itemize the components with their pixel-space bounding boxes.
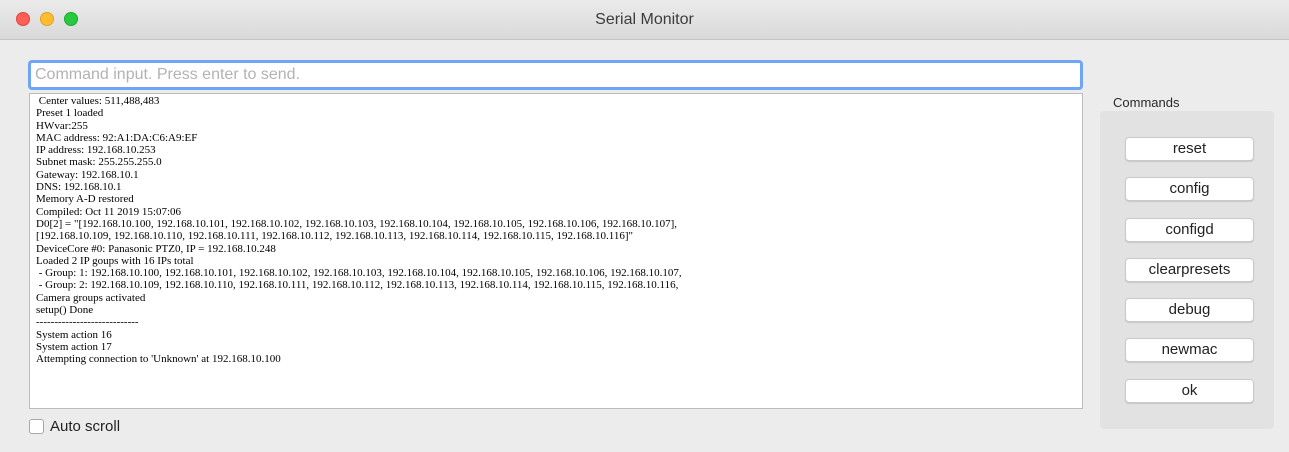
log-line: Camera groups activated	[36, 291, 146, 304]
config-button[interactable]: config	[1125, 177, 1254, 201]
log-line: Preset 1 loaded	[36, 107, 104, 120]
log-line: Center values: 511,488,483	[36, 95, 160, 107]
log-line: Gateway: 192.168.10.1	[36, 168, 139, 181]
log-line: Compiled: Oct 11 2019 15:07:06	[36, 205, 182, 218]
serial-monitor-window: Serial Monitor Center values: 511,488,48…	[0, 0, 1289, 452]
log-line: IP address: 192.168.10.253	[36, 144, 156, 157]
ok-button[interactable]: ok	[1125, 379, 1254, 403]
log-line: MAC address: 92:A1:DA:C6:A9:EF	[36, 131, 198, 144]
commands-heading: Commands	[1113, 95, 1180, 110]
log-line: DNS: 192.168.10.1	[36, 181, 122, 194]
log-line: HWvar:255	[36, 119, 88, 132]
newmac-button[interactable]: newmac	[1125, 338, 1254, 362]
log-line: setup() Done	[36, 304, 94, 317]
title-bar: Serial Monitor	[0, 0, 1289, 40]
log-line: D0[2] = "[192.168.10.100, 192.168.10.101…	[36, 217, 678, 230]
log-line: Subnet mask: 255.255.255.0	[36, 156, 162, 169]
log-line: System action 17	[36, 340, 112, 353]
log-line: Attempting connection to 'Unknown' at 19…	[36, 353, 281, 366]
log-line: - Group: 2: 192.168.10.109, 192.168.10.1…	[36, 279, 679, 292]
log-line: DeviceCore #0: Panasonic PTZ0, IP = 192.…	[36, 242, 276, 255]
clearpresets-button[interactable]: clearpresets	[1125, 258, 1254, 282]
command-input[interactable]	[28, 60, 1083, 90]
auto-scroll-checkbox[interactable]	[29, 419, 44, 434]
log-line: - Group: 1: 192.168.10.100, 192.168.10.1…	[36, 267, 682, 280]
auto-scroll-label: Auto scroll	[50, 418, 121, 435]
configd-button[interactable]: configd	[1125, 218, 1254, 242]
window-title: Serial Monitor	[595, 11, 694, 28]
log-line: [192.168.10.109, 192.168.10.110, 192.168…	[36, 230, 634, 243]
commands-panel: reset config configd clearpresets debug …	[1100, 111, 1274, 429]
log-line: System action 16	[36, 328, 112, 341]
reset-button[interactable]: reset	[1125, 137, 1254, 161]
auto-scroll-toggle[interactable]: Auto scroll	[29, 418, 120, 435]
serial-output-log[interactable]: Center values: 511,488,483 Preset 1 loade…	[29, 93, 1083, 409]
log-line: Memory A-D restored	[36, 193, 134, 206]
log-line: ----------------------------	[36, 316, 139, 329]
log-line: Loaded 2 IP goups with 16 IPs total	[36, 254, 194, 267]
debug-button[interactable]: debug	[1125, 298, 1254, 322]
